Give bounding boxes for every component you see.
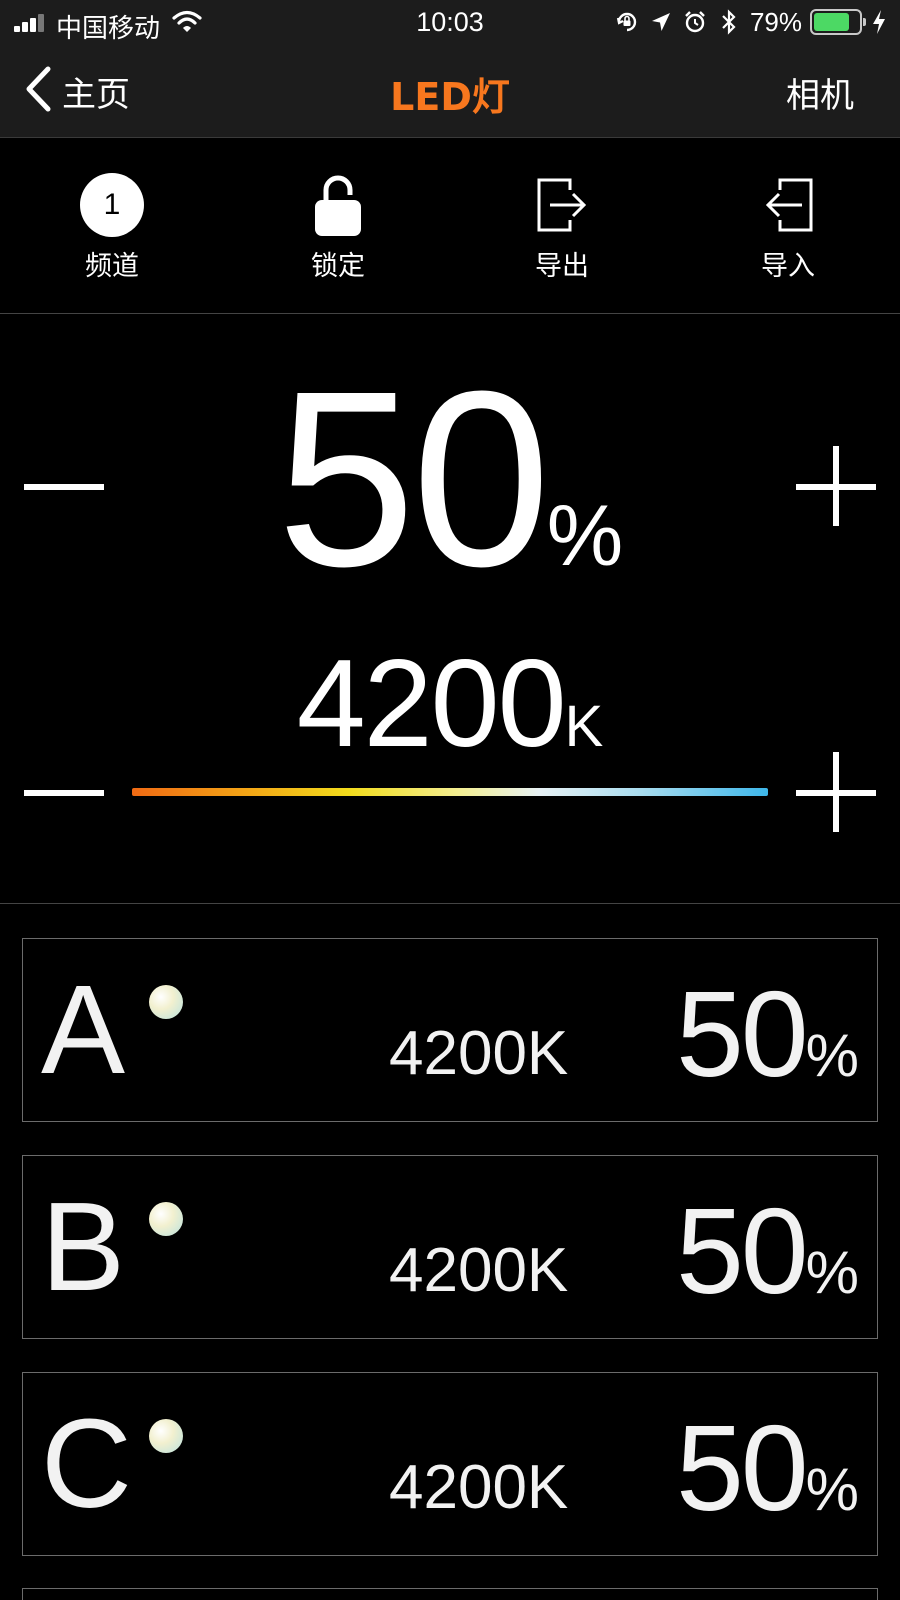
bluetooth-icon xyxy=(716,9,742,35)
import-label: 导入 xyxy=(761,251,815,282)
channel-card-a[interactable]: A 4200K 50% xyxy=(22,938,878,1122)
channel-brightness-unit: % xyxy=(805,1456,859,1523)
channel-brightness: 50% xyxy=(676,1407,859,1529)
channel-color-temp: 4200K xyxy=(389,1453,569,1522)
export-icon xyxy=(529,172,595,238)
channel-letter: A xyxy=(41,959,126,1100)
channel-button[interactable]: 1 频道 xyxy=(42,172,182,283)
color-temp-slider[interactable] xyxy=(132,788,768,796)
brightness-increase-button[interactable] xyxy=(796,444,880,528)
channel-brightness-value: 50 xyxy=(675,1183,809,1319)
lock-label: 锁定 xyxy=(311,251,365,282)
location-icon xyxy=(648,9,674,35)
brightness-unit: % xyxy=(546,488,624,584)
page-title: LED灯 xyxy=(390,75,510,119)
channel-brightness-unit: % xyxy=(805,1022,859,1089)
color-temp-increase-button[interactable] xyxy=(796,750,880,834)
color-temp-value: 4200 xyxy=(296,635,567,773)
channel-brightness-value: 50 xyxy=(675,1400,809,1536)
channel-brightness: 50% xyxy=(676,1190,859,1312)
battery-percent: 79% xyxy=(749,6,802,37)
color-dot-icon xyxy=(149,1419,183,1453)
channel-brightness-unit: % xyxy=(805,1239,859,1306)
channel-icon: 1 xyxy=(79,172,145,238)
channel-number: 1 xyxy=(80,173,144,237)
nav-bar: 主页 LED灯 相机 xyxy=(0,44,900,138)
channel-color-temp: 4200K xyxy=(389,1019,569,1088)
channel-brightness-value: 50 xyxy=(675,966,809,1102)
color-dot-icon xyxy=(149,985,183,1019)
alarm-icon xyxy=(682,9,708,35)
color-temp-readout: 4200K xyxy=(0,642,900,766)
channel-brightness: 50% xyxy=(676,973,859,1095)
channel-card-c[interactable]: C 4200K 50% xyxy=(22,1372,878,1556)
orientation-lock-icon xyxy=(614,9,640,35)
lock-button[interactable]: 锁定 xyxy=(268,172,408,283)
toolbar: 1 频道 锁定 导出 导入 xyxy=(0,138,900,314)
channel-card-partial[interactable] xyxy=(22,1588,878,1600)
channel-letter: B xyxy=(41,1176,126,1317)
status-right: 79% xyxy=(614,6,888,38)
channel-card-b[interactable]: B 4200K 50% xyxy=(22,1155,878,1339)
export-label: 导出 xyxy=(535,251,589,282)
channel-label: 频道 xyxy=(85,251,139,282)
color-temp-unit: K xyxy=(564,694,604,759)
import-button[interactable]: 导入 xyxy=(718,172,858,283)
export-button[interactable]: 导出 xyxy=(492,172,632,283)
camera-button[interactable]: 相机 xyxy=(786,68,854,117)
color-dot-icon xyxy=(149,1202,183,1236)
channel-letter: C xyxy=(41,1393,132,1534)
battery-icon xyxy=(810,9,866,35)
battery-level xyxy=(814,13,849,31)
channel-color-temp: 4200K xyxy=(389,1236,569,1305)
status-bar: 中国移动 10:03 79% xyxy=(0,0,900,44)
import-icon xyxy=(755,172,821,238)
lock-icon xyxy=(305,172,371,238)
brightness-readout: 50% xyxy=(0,354,900,604)
charging-icon xyxy=(870,9,888,35)
color-temp-decrease-button[interactable] xyxy=(24,750,108,834)
light-control: 50% 4200K xyxy=(0,314,900,904)
brightness-value: 50 xyxy=(276,339,551,618)
